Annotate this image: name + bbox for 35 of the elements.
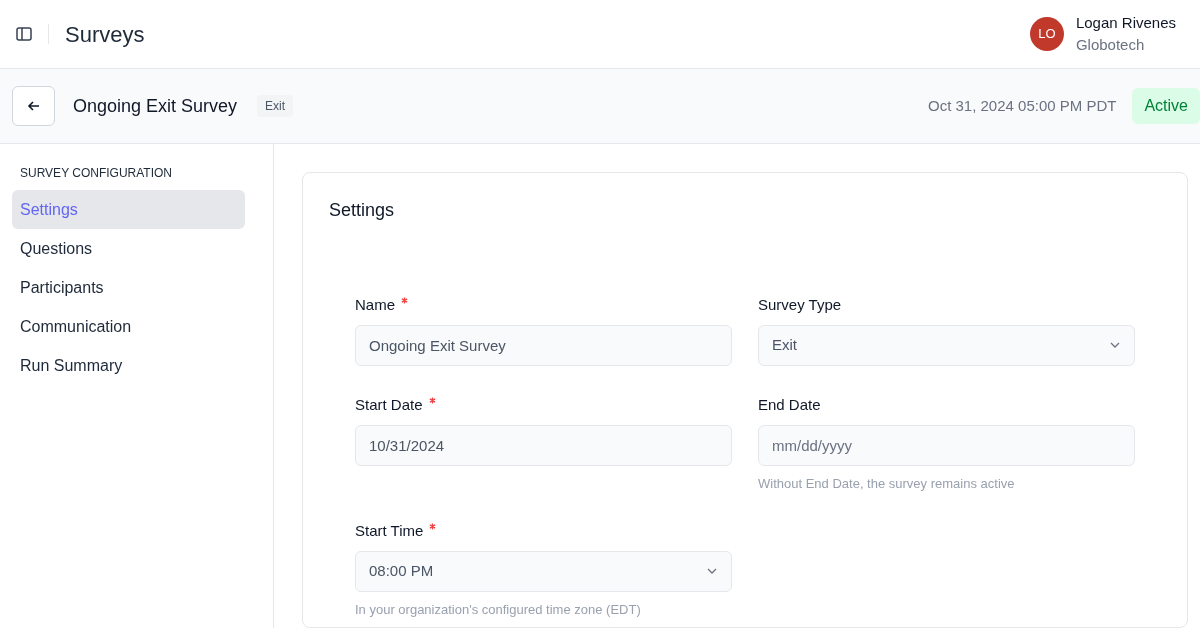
sidebar-item[interactable]: Settings [12,190,245,229]
field-label: End Date [758,395,822,415]
field-hint: Without End Date, the survey remains active [758,474,1016,493]
date-field[interactable]: mm/dd/yyyy [758,424,1135,466]
input-field[interactable]: Ongoing Exit Survey [355,324,732,366]
survey-title: Ongoing Exit Survey [73,94,238,118]
dropdown[interactable]: Exit [758,324,1135,366]
user-name: Logan Rivenes [1075,12,1176,33]
card-title: Settings [329,199,396,222]
sidebar-item[interactable]: Run Summary [12,346,245,385]
survey-timestamp: Oct 31, 2024 05:00 PM PDT [928,95,1117,116]
sidebar-item[interactable]: Questions [12,229,245,268]
sidebar-item[interactable]: Participants [12,268,245,307]
field-hint: In your organization's configured time zone (EDT) [355,600,642,619]
survey-type-tag: Exit [257,95,294,117]
dropdown[interactable]: 08:00 PM [355,550,732,592]
required-asterisk-icon [401,297,408,304]
sidebar-heading: SURVEY CONFIGURATION [19,165,174,182]
field-label: Survey Type [758,295,843,315]
required-asterisk-icon [428,397,436,404]
chevron-down-icon [706,567,718,575]
required-asterisk-icon [429,523,437,530]
sidebar-item[interactable]: Communication [12,307,245,346]
avatar[interactable]: LO [1029,17,1064,51]
sidebar-toggle-icon[interactable] [16,26,32,42]
field-label: Name [355,295,395,315]
date-field[interactable]: 10/31/2024 [355,424,732,466]
back-button[interactable] [12,86,55,126]
chevron-down-icon [1109,341,1121,349]
organization-name: Globotech [1075,35,1146,55]
status-badge: Active [1132,88,1200,124]
back-arrow-icon [26,99,41,113]
page-title: Surveys [65,20,145,49]
field-label: Start Time [355,521,424,541]
field-label: Start Date [355,395,423,415]
